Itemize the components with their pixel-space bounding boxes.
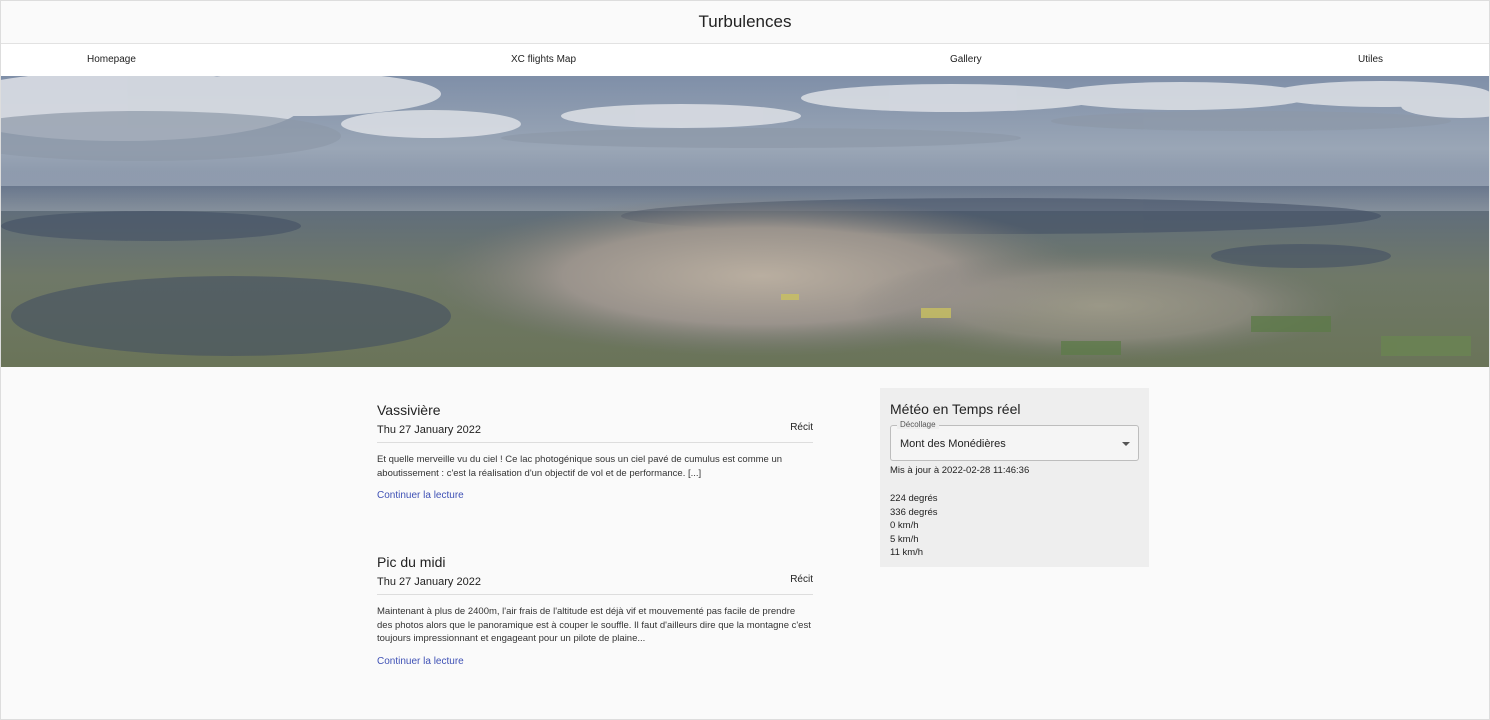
post-meta: Thu 27 January 2022 Récit bbox=[377, 422, 813, 443]
wind-speed-reading: 5 km/h bbox=[890, 533, 919, 545]
post-date: Thu 27 January 2022 bbox=[377, 424, 481, 436]
post-category[interactable]: Récit bbox=[790, 574, 813, 585]
nav-xc-flights-map[interactable]: XC flights Map bbox=[511, 54, 576, 65]
weather-readings: 224 degrés 336 degrés 0 km/h 5 km/h 11 k… bbox=[890, 492, 1139, 560]
post-excerpt: Maintenant à plus de 2400m, l'air frais … bbox=[377, 606, 811, 644]
post-card: Pic du midi Thu 27 January 2022 Récit Ma… bbox=[377, 554, 813, 669]
wind-direction-reading: 224 degrés bbox=[890, 493, 938, 504]
takeoff-select-label: Décollage bbox=[897, 420, 939, 429]
aerial-landscape-photo bbox=[1, 76, 1489, 367]
site-title[interactable]: Turbulences bbox=[699, 12, 792, 32]
post-card: Vassivière Thu 27 January 2022 Récit Et … bbox=[377, 402, 813, 503]
hero-banner bbox=[1, 76, 1489, 367]
takeoff-select-value: Mont des Monédières bbox=[900, 438, 1006, 450]
post-meta: Thu 27 January 2022 Récit bbox=[377, 574, 813, 595]
nav-gallery[interactable]: Gallery bbox=[950, 54, 982, 65]
main-nav: Homepage XC flights Map Gallery Utiles bbox=[1, 44, 1489, 76]
last-updated: Mis à jour à 2022-02-28 11:46:36 bbox=[890, 465, 1030, 476]
wind-direction-reading: 336 degrés bbox=[890, 506, 938, 518]
site-header: Turbulences bbox=[1, 1, 1489, 44]
weather-title: Météo en Temps réel bbox=[890, 401, 1021, 417]
takeoff-select[interactable]: Décollage Mont des Monédières bbox=[890, 420, 1139, 461]
wind-speed-reading: 11 km/h bbox=[890, 547, 924, 558]
post-excerpt: Et quelle merveille vu du ciel ! Ce lac … bbox=[377, 454, 783, 479]
read-more-link[interactable]: Continuer la lecture bbox=[377, 656, 464, 667]
post-category[interactable]: Récit bbox=[790, 422, 813, 433]
wind-speed-reading: 0 km/h bbox=[890, 520, 919, 531]
post-title[interactable]: Pic du midi bbox=[377, 554, 813, 570]
nav-utiles[interactable]: Utiles bbox=[1358, 54, 1383, 65]
weather-widget: Météo en Temps réel Décollage Mont des M… bbox=[880, 388, 1149, 567]
post-title[interactable]: Vassivière bbox=[377, 402, 813, 418]
nav-homepage[interactable]: Homepage bbox=[87, 54, 136, 65]
post-date: Thu 27 January 2022 bbox=[377, 576, 481, 588]
chevron-down-icon bbox=[1122, 442, 1130, 446]
read-more-link[interactable]: Continuer la lecture bbox=[377, 490, 464, 501]
